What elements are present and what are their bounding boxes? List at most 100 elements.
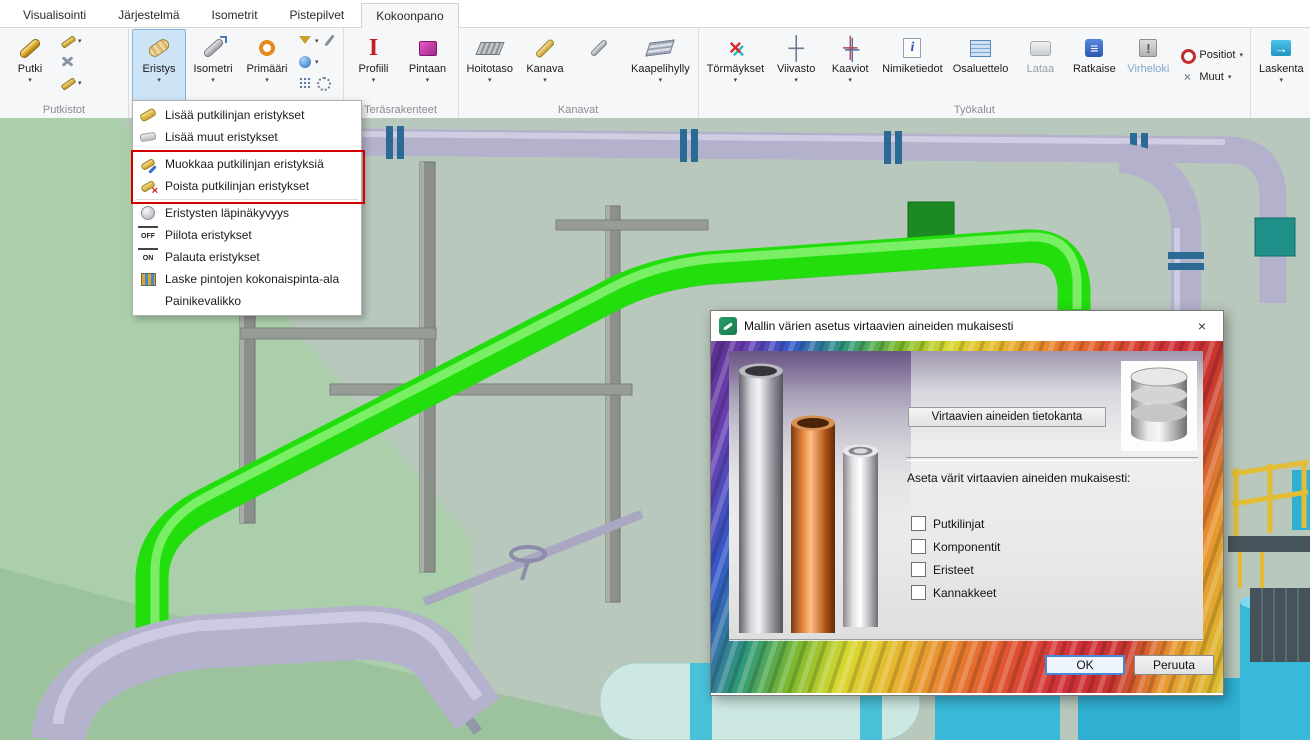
menu-item-poista-putkilinjan-eristykset[interactable]: Poista putkilinjan eristykset [133, 175, 361, 197]
checkbox-putkilinjat[interactable]: Putkilinjat [911, 516, 984, 531]
chevron-down-icon: ▾ [78, 79, 82, 87]
ribbon-group-kanavat: Hoitotaso ▾ Kanava ▾ Kaapelihylly ▾ Kana… [459, 28, 699, 118]
dialog-mallin-varien-asetus: Mallin värien asetus virtaavien aineiden… [710, 310, 1224, 696]
menu-item-palauta-eristykset[interactable]: ON Palauta eristykset [133, 246, 361, 268]
chevron-down-icon: ▾ [1239, 51, 1243, 59]
menu-item-muokkaa-putkilinjan-eristyksia[interactable]: Muokkaa putkilinjan eristyksiä [133, 153, 361, 175]
chevron-down-icon: ▾ [848, 77, 852, 84]
off-icon: OFF [138, 226, 158, 245]
grid-tool-button[interactable] [295, 74, 339, 92]
menu-item-piilota-eristykset[interactable]: OFF Piilota eristykset [133, 224, 361, 246]
chevron-down-icon: ▾ [28, 77, 32, 84]
checkbox-box [911, 516, 926, 531]
isometri-button[interactable]: Isometri ▾ [186, 29, 240, 103]
separator [906, 457, 1198, 461]
menu-item-laske-pintojen-kokonaispinta-ala[interactable]: Laske pintojen kokonaispinta-ala [133, 268, 361, 290]
add-other-insulation-icon [138, 129, 158, 145]
osaluettelo-button[interactable]: Osaluettelo [948, 29, 1014, 103]
parts-list-icon [966, 33, 996, 63]
teal-valve-box[interactable] [1255, 218, 1295, 256]
menu-item-eristysten-lapinakyvyys[interactable]: Eristysten läpinäkyvyys [133, 202, 361, 224]
group-label-laskenta [1254, 103, 1309, 118]
sphere-icon [297, 54, 313, 70]
chevron-down-icon: ▾ [426, 77, 430, 84]
checkbox-komponentit[interactable]: Komponentit [911, 539, 1000, 554]
menu-separator [136, 199, 358, 200]
add-insulation-icon [138, 107, 158, 123]
pipe-split-button[interactable] [58, 53, 84, 71]
viivasto-button[interactable]: Viivasto ▾ [769, 29, 823, 103]
app-icon [719, 317, 737, 335]
laskenta-button[interactable]: Laskenta ▾ [1254, 29, 1309, 103]
positiot-button[interactable]: Positiot ▾ [1179, 47, 1243, 63]
kanava-secondary-button[interactable] [572, 29, 626, 103]
gear-icon [315, 75, 331, 91]
duct-tool-icon [584, 33, 614, 63]
tab-kokoonpano[interactable]: Kokoonpano [361, 3, 458, 28]
menu-item-lisaa-muut-eristykset[interactable]: Lisää muut eristykset [133, 126, 361, 148]
beam-profile-icon [359, 33, 389, 63]
pipe-icon [15, 33, 45, 63]
x-icon: × [1179, 69, 1195, 85]
ratkaise-button[interactable]: Ratkaise [1067, 29, 1121, 103]
view-sphere-button[interactable]: ▾ [295, 53, 339, 71]
lataa-button[interactable]: Lataa [1013, 29, 1067, 103]
virtaavien-aineiden-tietokanta-button[interactable]: Virtaavien aineiden tietokanta [908, 407, 1106, 427]
chevron-down-icon: ▾ [734, 77, 738, 84]
chevron-down-icon: ▾ [78, 37, 82, 45]
ribbon-group-laskenta: Laskenta ▾ [1251, 28, 1310, 118]
pipe-split-icon [60, 54, 76, 70]
error-log-icon [1133, 33, 1163, 63]
ok-button[interactable]: OK [1045, 655, 1125, 675]
checkbox-kannakkeet[interactable]: Kannakkeet [911, 585, 996, 600]
cable-tray-icon [645, 33, 675, 63]
chevron-down-icon: ▾ [372, 77, 376, 84]
tab-isometrit[interactable]: Isometrit [197, 2, 273, 27]
eristys-button[interactable]: Eristys ▾ [132, 29, 186, 103]
peruuta-button[interactable]: Peruuta [1134, 655, 1214, 675]
wrench-icon [321, 33, 337, 49]
virheloki-button[interactable]: Virheloki [1121, 29, 1175, 103]
checkbox-box [911, 539, 926, 554]
kanava-button[interactable]: Kanava ▾ [518, 29, 572, 103]
primary-icon [252, 33, 282, 63]
chevron-down-icon: ▾ [315, 58, 319, 66]
surface-area-icon [138, 271, 158, 287]
close-icon[interactable]: × [1181, 311, 1223, 341]
pipe-slope-button[interactable]: ▾ [58, 74, 84, 92]
chevron-down-icon: ▾ [1280, 77, 1284, 84]
dialog-title-bar[interactable]: Mallin värien asetus virtaavien aineiden… [711, 311, 1223, 341]
database-icon [1121, 361, 1197, 451]
menu-item-lisaa-putkilinjan-eristykset[interactable]: Lisää putkilinjan eristykset [133, 104, 361, 126]
group-label-putkistot: Putkistot [3, 103, 125, 118]
chevron-down-icon: ▾ [265, 77, 269, 84]
load-icon [1025, 33, 1055, 63]
tormaykset-button[interactable]: Törmäykset ▾ [702, 29, 769, 103]
filter-tool-button[interactable]: ▾ [295, 32, 339, 50]
pipe-slope-icon [60, 75, 76, 91]
sample-pipes-image [731, 355, 907, 637]
group-label-kanavat: Kanavat [462, 103, 695, 118]
primaari-button[interactable]: Primääri ▾ [240, 29, 294, 103]
group-label-terasrakenteet: Teräsrakenteet [347, 103, 455, 118]
checkbox-eristeet[interactable]: Eristeet [911, 562, 974, 577]
pintaan-button[interactable]: Pintaan ▾ [401, 29, 455, 103]
menu-item-painikevalikko[interactable]: Painikevalikko [133, 290, 361, 312]
putki-button[interactable]: Putki ▾ [3, 29, 57, 103]
tab-jarjestelma[interactable]: Järjestelmä [103, 2, 194, 27]
kaapelihylly-button[interactable]: Kaapelihylly ▾ [626, 29, 695, 103]
tab-pistepilvet[interactable]: Pistepilvet [275, 2, 360, 27]
pipe-branch-button[interactable]: ▾ [58, 32, 84, 50]
checkbox-box [911, 585, 926, 600]
tab-visualisointi[interactable]: Visualisointi [8, 2, 101, 27]
nimiketiedot-button[interactable]: Nimiketiedot [877, 29, 948, 103]
diagram-icon [835, 33, 865, 63]
muut-button[interactable]: × Muut ▾ [1179, 69, 1243, 85]
profiili-button[interactable]: Profiili ▾ [347, 29, 401, 103]
ribbon-tab-bar: Visualisointi Järjestelmä Isometrit Pist… [0, 0, 1310, 27]
insulation-icon [144, 33, 174, 63]
chevron-down-icon: ▾ [794, 77, 798, 84]
hoitotaso-button[interactable]: Hoitotaso ▾ [462, 29, 518, 103]
blank-icon [138, 293, 158, 309]
kaaviot-button[interactable]: Kaaviot ▾ [823, 29, 877, 103]
